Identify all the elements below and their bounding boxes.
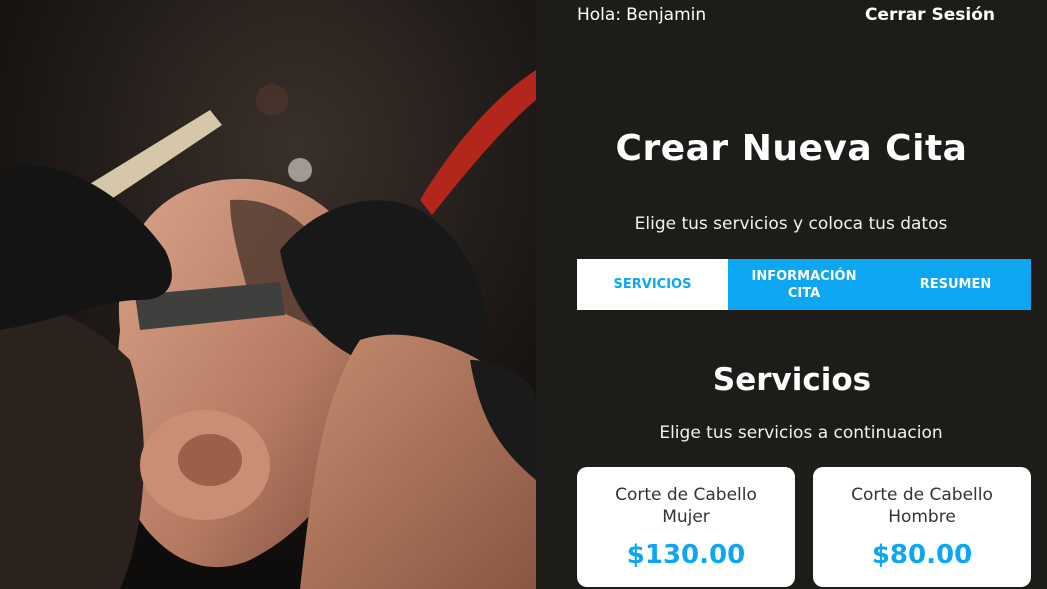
step-tabs: SERVICIOS INFORMACIÓN CITA RESUMEN — [577, 259, 1031, 310]
page-subtitle: Elige tus servicios y coloca tus datos — [634, 214, 948, 234]
barber-shaving-photo — [0, 0, 536, 589]
top-bar: Hola: Benjamin Cerrar Sesión — [577, 5, 995, 27]
hero-image — [0, 0, 536, 589]
service-price: $80.00 — [871, 540, 973, 570]
section-title: Servicios — [712, 362, 872, 398]
tab-servicios[interactable]: SERVICIOS — [577, 259, 728, 310]
tab-resumen[interactable]: RESUMEN — [880, 259, 1031, 310]
service-card[interactable]: Corte de Cabello Hombre $80.00 — [813, 467, 1031, 587]
service-price: $130.00 — [626, 540, 746, 570]
page-title: Crear Nueva Cita — [615, 128, 968, 169]
appointment-panel: Hola: Benjamin Cerrar Sesión Crear Nueva … — [536, 0, 1047, 589]
logout-link[interactable]: Cerrar Sesión — [865, 5, 995, 25]
greeting: Hola: Benjamin — [577, 5, 706, 25]
tab-informacion-cita[interactable]: INFORMACIÓN CITA — [728, 259, 880, 310]
service-card[interactable]: Corte de Cabello Mujer $130.00 — [577, 467, 795, 587]
service-name: Corte de Cabello Mujer — [615, 485, 757, 527]
section-subtitle: Elige tus servicios a continuacion — [659, 423, 943, 443]
greeting-label: Hola: — [577, 5, 622, 25]
service-name: Corte de Cabello Hombre — [851, 485, 993, 527]
user-name: Benjamin — [626, 5, 707, 25]
